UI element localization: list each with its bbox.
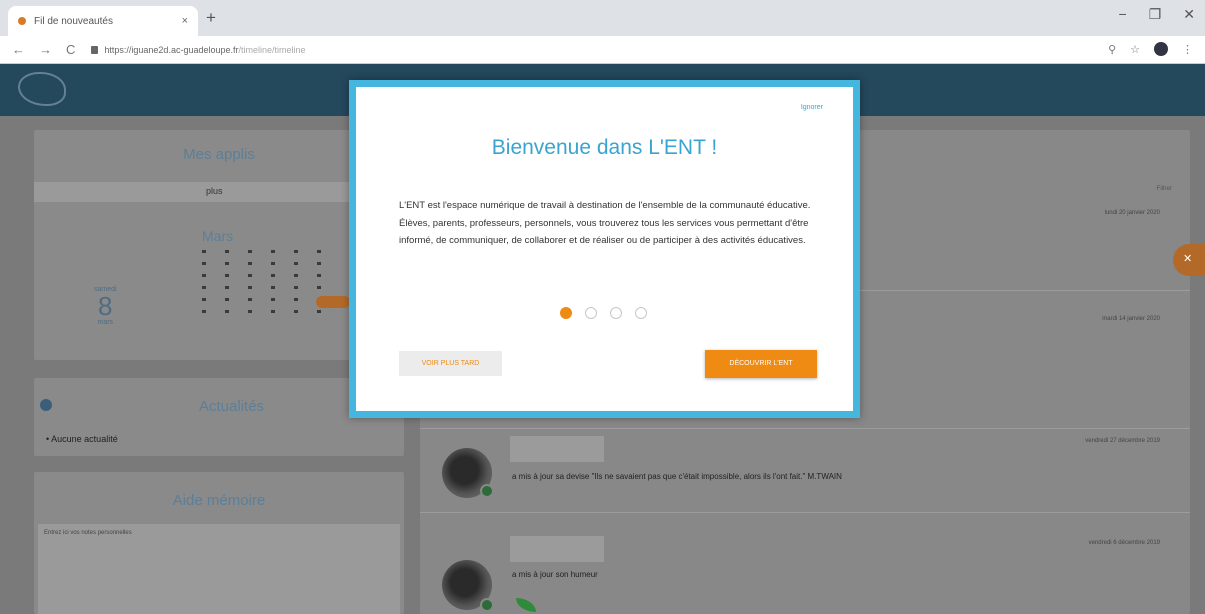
reload-button[interactable]: C [66, 42, 75, 57]
step-indicator [560, 307, 647, 319]
feed-user-name-box[interactable] [510, 536, 604, 562]
feed-user-name-box[interactable] [510, 436, 604, 462]
feed-date: vendredi 6 décembre 2019 [1088, 540, 1160, 546]
new-tab-button[interactable]: + [206, 8, 216, 28]
feed-date: vendredi 27 décembre 2019 [1085, 438, 1160, 444]
feed-date: mardi 14 janvier 2020 [1102, 316, 1160, 322]
profile-avatar-icon[interactable] [1154, 42, 1168, 56]
modal-body: L'ENT est l'espace numérique de travail … [399, 200, 811, 246]
ignore-link[interactable]: Ignorer [801, 104, 823, 111]
news-empty-text: • Aucune actualité [46, 434, 118, 444]
maximize-button[interactable]: ❐ [1149, 6, 1162, 23]
back-button[interactable]: ← [12, 42, 25, 57]
calendar-grid [202, 250, 372, 322]
gear-icon[interactable] [40, 399, 52, 411]
step-dot[interactable] [585, 307, 597, 319]
address-bar: ← → C https://iguane2d.ac-guadeloupe.fr … [0, 36, 1205, 64]
tab-close-button[interactable]: × [182, 15, 188, 27]
memo-widget: Aide mémoire Entrez ici vos notes person… [34, 472, 404, 614]
calendar-month: Mars [202, 228, 234, 244]
news-empty-label: Aucune actualité [51, 434, 118, 444]
status-badge-icon [480, 598, 494, 612]
feed-divider [420, 428, 1190, 429]
browser-menu-icon[interactable]: ⋮ [1182, 43, 1193, 56]
apps-more-label: plus [206, 186, 223, 196]
nav-buttons: ← → C [12, 42, 75, 57]
feed-divider [420, 512, 1190, 513]
tools-fab-icon[interactable]: ✕ [1173, 244, 1205, 276]
calendar-month-small: mars [97, 319, 114, 326]
feed-item-text: a mis à jour son humeur [512, 570, 598, 579]
close-window-button[interactable]: ✕ [1183, 6, 1195, 23]
url-host: https://iguane2d.ac-guadeloupe.fr [104, 44, 239, 55]
calendar-current-day-highlight [316, 296, 350, 308]
step-dot[interactable] [635, 307, 647, 319]
browser-toolbar-icons: ⚲ ☆ ⋮ [1108, 42, 1193, 56]
leaf-mood-icon [516, 598, 536, 612]
news-title: Actualités [199, 398, 265, 415]
step-dot[interactable] [560, 307, 572, 319]
url-path: /timeline/timeline [238, 44, 306, 55]
calendar-today: samedi 8 mars [94, 286, 117, 326]
feed-filter[interactable]: Filtrer [1157, 186, 1172, 192]
later-button[interactable]: VOIR PLUS TARD [399, 351, 502, 376]
welcome-modal: Ignorer Bienvenue dans L'ENT ! L'ENT est… [349, 80, 860, 418]
zoom-icon[interactable]: ⚲ [1108, 43, 1116, 56]
feed-date: lundi 20 janvier 2020 [1104, 210, 1160, 216]
feed-item-text: a mis à jour sa devise "Ils ne savaient … [512, 472, 842, 481]
favicon-icon [18, 17, 26, 25]
bookmark-star-icon[interactable]: ☆ [1130, 43, 1140, 56]
status-badge-icon [480, 484, 494, 498]
url-field[interactable]: https://iguane2d.ac-guadeloupe.fr /timel… [91, 44, 306, 55]
discover-button[interactable]: DÉCOUVRIR L'ENT [705, 350, 817, 378]
tab-title: Fil de nouveautés [34, 15, 113, 27]
window-controls: − ❐ ✕ [1119, 6, 1195, 23]
lock-icon [91, 45, 99, 54]
memo-title: Aide mémoire [172, 492, 266, 509]
modal-title: Bienvenue dans L'ENT ! [491, 136, 718, 159]
browser-tab-bar: Fil de nouveautés × + − ❐ ✕ [0, 0, 1205, 36]
calendar-day-number: 8 [98, 291, 113, 321]
ent-logo-icon[interactable] [18, 72, 66, 106]
browser-tab[interactable]: Fil de nouveautés × [8, 6, 198, 36]
minimize-button[interactable]: − [1119, 6, 1127, 23]
memo-textarea[interactable]: Entrez ici vos notes personnelles [38, 524, 400, 614]
step-dot[interactable] [610, 307, 622, 319]
forward-button[interactable]: → [39, 42, 52, 57]
